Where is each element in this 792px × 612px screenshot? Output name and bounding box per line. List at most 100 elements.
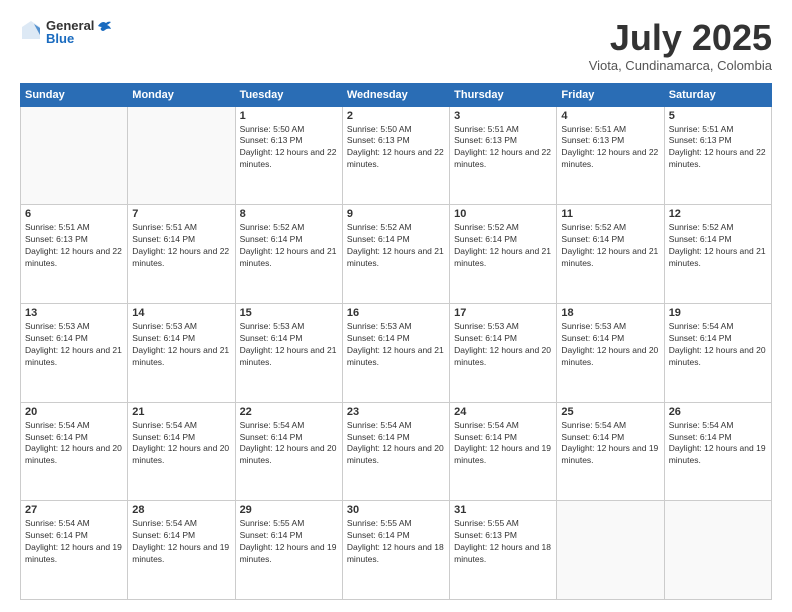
day-info: Sunrise: 5:54 AMSunset: 6:14 PMDaylight:… <box>132 518 230 566</box>
calendar-cell: 25 Sunrise: 5:54 AMSunset: 6:14 PMDayligh… <box>557 402 664 501</box>
day-number: 21 <box>132 406 230 418</box>
calendar-cell: 7 Sunrise: 5:51 AMSunset: 6:14 PMDaylight… <box>128 205 235 304</box>
calendar-cell: 30Sunrise: 5:55 AMSunset: 6:14 PMDayligh… <box>342 501 449 600</box>
calendar-cell: 10 Sunrise: 5:52 AMSunset: 6:14 PMDayligh… <box>450 205 557 304</box>
calendar-cell: 1 Sunrise: 5:50 AMSunset: 6:13 PMDaylight… <box>235 106 342 205</box>
day-number: 27 <box>25 504 123 516</box>
day-info: Sunrise: 5:51 AMSunset: 6:13 PMDaylight:… <box>669 124 767 172</box>
day-number: 7 <box>132 208 230 220</box>
day-number: 16 <box>347 307 445 319</box>
calendar-cell <box>128 106 235 205</box>
day-info: Sunrise: 5:54 AMSunset: 6:14 PMDaylight:… <box>25 518 123 566</box>
calendar-cell <box>557 501 664 600</box>
calendar-cell: 22 Sunrise: 5:54 AMSunset: 6:14 PMDayligh… <box>235 402 342 501</box>
calendar-day-header: Tuesday <box>235 83 342 106</box>
day-number: 22 <box>240 406 338 418</box>
day-info: Sunrise: 5:55 AMSunset: 6:14 PMDaylight:… <box>347 518 445 566</box>
calendar-cell: 27 Sunrise: 5:54 AMSunset: 6:14 PMDayligh… <box>21 501 128 600</box>
calendar-cell: 8 Sunrise: 5:52 AMSunset: 6:14 PMDaylight… <box>235 205 342 304</box>
day-info: Sunrise: 5:52 AMSunset: 6:14 PMDaylight:… <box>240 222 338 270</box>
day-info: Sunrise: 5:51 AMSunset: 6:13 PMDaylight:… <box>25 222 123 270</box>
calendar-day-header: Saturday <box>664 83 771 106</box>
calendar-cell: 17Sunrise: 5:53 AMSunset: 6:14 PMDayligh… <box>450 303 557 402</box>
day-info: Sunrise: 5:51 AMSunset: 6:13 PMDaylight:… <box>561 124 659 172</box>
day-number: 29 <box>240 504 338 516</box>
day-info: Sunrise: 5:54 AMSunset: 6:14 PMDaylight:… <box>347 420 445 468</box>
day-number: 15 <box>240 307 338 319</box>
logo: General Blue <box>20 18 112 46</box>
day-info: Sunrise: 5:54 AMSunset: 6:14 PMDaylight:… <box>25 420 123 468</box>
day-info: Sunrise: 5:55 AMSunset: 6:13 PMDaylight:… <box>454 518 552 566</box>
day-info: Sunrise: 5:50 AMSunset: 6:13 PMDaylight:… <box>240 124 338 172</box>
calendar-cell: 4 Sunrise: 5:51 AMSunset: 6:13 PMDaylight… <box>557 106 664 205</box>
day-info: Sunrise: 5:51 AMSunset: 6:14 PMDaylight:… <box>132 222 230 270</box>
calendar-cell: 26Sunrise: 5:54 AMSunset: 6:14 PMDayligh… <box>664 402 771 501</box>
calendar-cell: 16 Sunrise: 5:53 AMSunset: 6:14 PMDayligh… <box>342 303 449 402</box>
calendar-cell <box>21 106 128 205</box>
day-info: Sunrise: 5:53 AMSunset: 6:14 PMDaylight:… <box>25 321 123 369</box>
month-title: July 2025 <box>589 18 772 58</box>
day-info: Sunrise: 5:54 AMSunset: 6:14 PMDaylight:… <box>561 420 659 468</box>
calendar-cell: 18 Sunrise: 5:53 AMSunset: 6:14 PMDayligh… <box>557 303 664 402</box>
day-number: 9 <box>347 208 445 220</box>
calendar-cell <box>664 501 771 600</box>
day-info: Sunrise: 5:52 AMSunset: 6:14 PMDaylight:… <box>561 222 659 270</box>
calendar-cell: 9 Sunrise: 5:52 AMSunset: 6:14 PMDaylight… <box>342 205 449 304</box>
day-number: 10 <box>454 208 552 220</box>
calendar-week-row: 13 Sunrise: 5:53 AMSunset: 6:14 PMDayligh… <box>21 303 772 402</box>
calendar-cell: 24 Sunrise: 5:54 AMSunset: 6:14 PMDayligh… <box>450 402 557 501</box>
day-number: 8 <box>240 208 338 220</box>
day-number: 12 <box>669 208 767 220</box>
calendar-day-header: Sunday <box>21 83 128 106</box>
day-number: 18 <box>561 307 659 319</box>
day-number: 19 <box>669 307 767 319</box>
day-number: 24 <box>454 406 552 418</box>
day-info: Sunrise: 5:54 AMSunset: 6:14 PMDaylight:… <box>454 420 552 468</box>
day-number: 13 <box>25 307 123 319</box>
day-info: Sunrise: 5:52 AMSunset: 6:14 PMDaylight:… <box>347 222 445 270</box>
calendar-cell: 12 Sunrise: 5:52 AMSunset: 6:14 PMDayligh… <box>664 205 771 304</box>
day-number: 20 <box>25 406 123 418</box>
logo-bird-icon <box>96 19 112 33</box>
day-info: Sunrise: 5:54 AMSunset: 6:14 PMDaylight:… <box>240 420 338 468</box>
calendar-cell: 11 Sunrise: 5:52 AMSunset: 6:14 PMDayligh… <box>557 205 664 304</box>
day-info: Sunrise: 5:51 AMSunset: 6:13 PMDaylight:… <box>454 124 552 172</box>
day-info: Sunrise: 5:52 AMSunset: 6:14 PMDaylight:… <box>669 222 767 270</box>
day-number: 4 <box>561 110 659 122</box>
page: General Blue July 2025 Viota, Cundinamar… <box>0 0 792 612</box>
day-number: 3 <box>454 110 552 122</box>
day-number: 25 <box>561 406 659 418</box>
calendar-cell: 2 Sunrise: 5:50 AMSunset: 6:13 PMDaylight… <box>342 106 449 205</box>
calendar-table: SundayMondayTuesdayWednesdayThursdayFrid… <box>20 83 772 600</box>
calendar-cell: 20 Sunrise: 5:54 AMSunset: 6:14 PMDayligh… <box>21 402 128 501</box>
day-info: Sunrise: 5:55 AMSunset: 6:14 PMDaylight:… <box>240 518 338 566</box>
day-number: 28 <box>132 504 230 516</box>
calendar-week-row: 27 Sunrise: 5:54 AMSunset: 6:14 PMDayligh… <box>21 501 772 600</box>
day-number: 14 <box>132 307 230 319</box>
subtitle: Viota, Cundinamarca, Colombia <box>589 58 772 73</box>
day-number: 5 <box>669 110 767 122</box>
logo-icon <box>20 19 42 41</box>
day-info: Sunrise: 5:50 AMSunset: 6:13 PMDaylight:… <box>347 124 445 172</box>
calendar-week-row: 20 Sunrise: 5:54 AMSunset: 6:14 PMDayligh… <box>21 402 772 501</box>
calendar-cell: 14Sunrise: 5:53 AMSunset: 6:14 PMDayligh… <box>128 303 235 402</box>
day-info: Sunrise: 5:53 AMSunset: 6:14 PMDaylight:… <box>561 321 659 369</box>
calendar-day-header: Wednesday <box>342 83 449 106</box>
calendar-day-header: Friday <box>557 83 664 106</box>
day-number: 26 <box>669 406 767 418</box>
calendar-cell: 13 Sunrise: 5:53 AMSunset: 6:14 PMDayligh… <box>21 303 128 402</box>
calendar-cell: 5 Sunrise: 5:51 AMSunset: 6:13 PMDaylight… <box>664 106 771 205</box>
day-info: Sunrise: 5:53 AMSunset: 6:14 PMDaylight:… <box>347 321 445 369</box>
day-number: 1 <box>240 110 338 122</box>
day-number: 6 <box>25 208 123 220</box>
calendar-week-row: 1 Sunrise: 5:50 AMSunset: 6:13 PMDaylight… <box>21 106 772 205</box>
day-number: 11 <box>561 208 659 220</box>
day-info: Sunrise: 5:53 AMSunset: 6:14 PMDaylight:… <box>454 321 552 369</box>
calendar-cell: 6 Sunrise: 5:51 AMSunset: 6:13 PMDaylight… <box>21 205 128 304</box>
day-info: Sunrise: 5:52 AMSunset: 6:14 PMDaylight:… <box>454 222 552 270</box>
calendar-day-header: Thursday <box>450 83 557 106</box>
calendar-cell: 31Sunrise: 5:55 AMSunset: 6:13 PMDayligh… <box>450 501 557 600</box>
day-number: 2 <box>347 110 445 122</box>
calendar-cell: 3 Sunrise: 5:51 AMSunset: 6:13 PMDaylight… <box>450 106 557 205</box>
logo-blue-text: Blue <box>46 31 112 46</box>
